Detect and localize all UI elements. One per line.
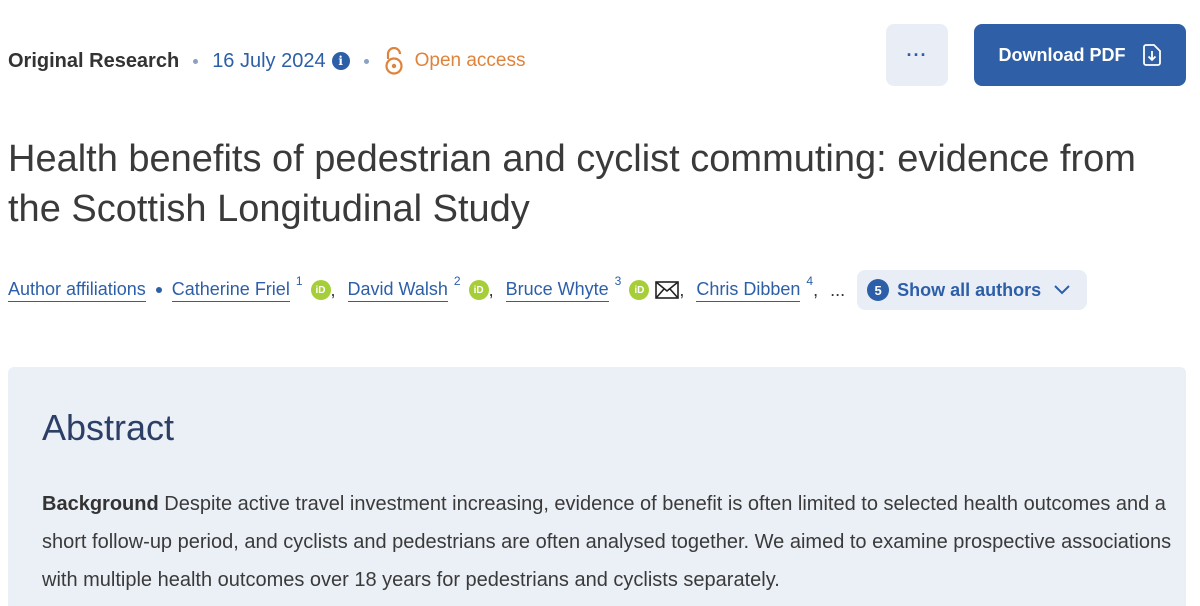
abstract-panel: Abstract Background Despite active trave… [8,367,1186,606]
author-link[interactable]: Chris Dibben [696,279,801,302]
abstract-background-paragraph: Background Despite active travel investm… [42,485,1172,599]
affiliation-number: 1 [295,274,303,288]
separator-dot [155,287,162,293]
author-list: Author affiliations Catherine Friel 1 iD… [8,270,1088,310]
separator-comma: , [330,279,336,300]
separator-dot [193,58,199,64]
affiliation-number: 2 [453,274,461,288]
show-all-authors-label: Show all authors [897,279,1042,300]
affiliation-number: 3 [614,274,622,288]
publication-date: 16 July 2024 [212,49,326,72]
author-link[interactable]: Bruce Whyte [505,279,609,302]
orcid-icon[interactable]: iD [629,280,650,300]
open-access-indicator: Open access [383,47,526,75]
affiliation-number: 4 [806,274,814,288]
download-pdf-button[interactable]: Download PDF [974,24,1186,86]
separator-comma: , [679,279,685,300]
email-icon[interactable] [655,281,680,299]
download-pdf-label: Download PDF [998,44,1126,65]
abstract-section-label: Background [42,493,159,515]
separator-dot [363,58,369,64]
author-link[interactable]: Catherine Friel [171,279,290,302]
more-authors-ellipsis: ... [830,279,846,300]
abstract-heading: Abstract [42,407,175,448]
article-meta-bar: Original Research 16 July 2024 i Open ac… [8,44,526,78]
abstract-background-text: Despite active travel investment increas… [42,493,1172,591]
chevron-down-icon [1054,285,1070,295]
author-link[interactable]: David Walsh [347,279,448,302]
more-options-button[interactable]: ··· [886,24,948,86]
orcid-icon[interactable]: iD [468,280,489,300]
author-count-badge: 5 [867,279,890,301]
author-affiliations-link[interactable]: Author affiliations [8,279,146,302]
separator-comma: , [488,279,494,300]
download-icon [1142,44,1161,66]
info-icon[interactable]: i [331,52,350,70]
show-all-authors-button[interactable]: 5 Show all authors [857,270,1088,310]
article-title: Health benefits of pedestrian and cyclis… [8,138,1136,230]
article-type: Original Research [8,49,180,72]
orcid-icon[interactable]: iD [310,280,331,300]
separator-comma: , [813,279,819,300]
open-access-label: Open access [414,50,526,71]
open-lock-icon [385,47,403,75]
